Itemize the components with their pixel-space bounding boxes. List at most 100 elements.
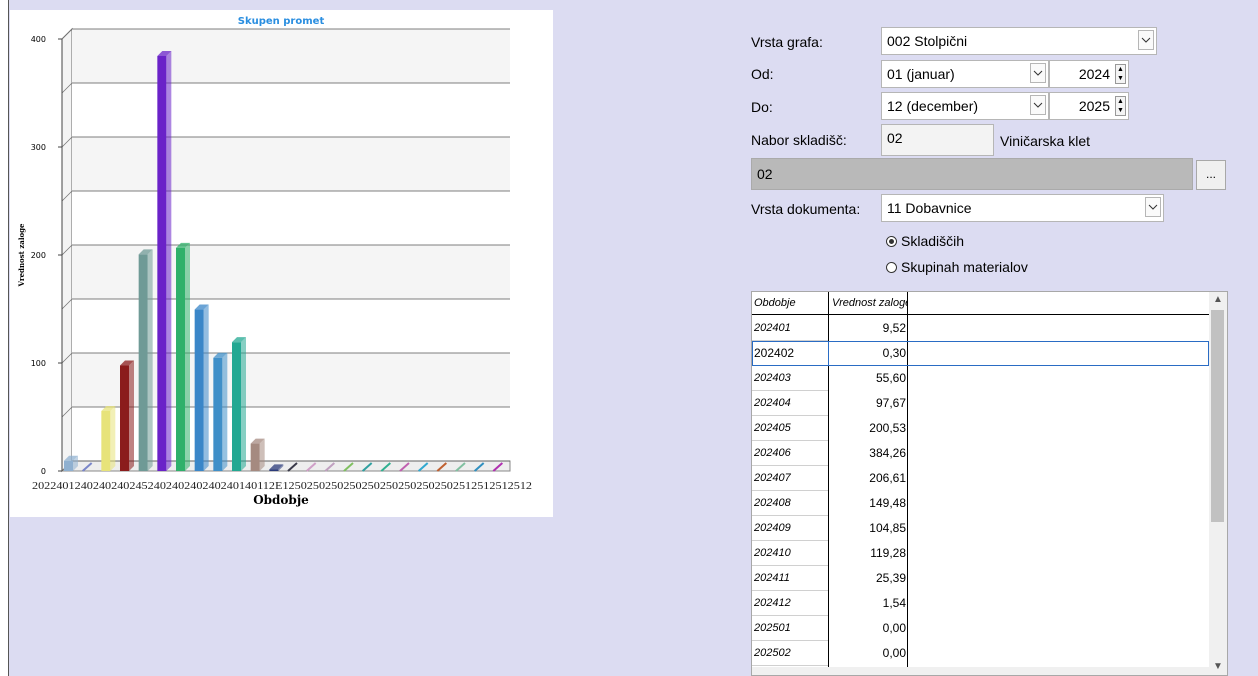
cell-period[interactable]: 202409	[754, 522, 791, 534]
table-row[interactable]: 202405 200,53	[752, 416, 1209, 441]
browse-button[interactable]: ...	[1196, 160, 1226, 190]
radio-unselected-icon[interactable]	[886, 261, 897, 273]
cell-value[interactable]: 104,85	[830, 521, 906, 535]
vertical-scrollbar[interactable]: ▲ ▼	[1209, 292, 1227, 675]
radio-skupinah-label: Skupinah materialov	[901, 259, 1028, 275]
document-type-select[interactable]: 11 Dobavnice	[881, 194, 1164, 222]
x-axis-label: Obdobje	[253, 493, 309, 507]
grid-band	[72, 29, 510, 83]
cell-value[interactable]: 384,26	[830, 446, 906, 460]
cell-value[interactable]: 97,67	[830, 396, 906, 410]
bar	[120, 365, 129, 471]
year-stepper[interactable]: ▲ ▼	[1115, 96, 1126, 116]
bar	[250, 443, 260, 471]
selected-cell-outline	[752, 341, 829, 366]
table-row[interactable]: 202411 25,39	[752, 566, 1209, 591]
chevron-down-icon[interactable]	[1030, 63, 1046, 83]
cell-value[interactable]: 0,00	[830, 646, 906, 660]
do-year-spinner[interactable]: 2025 ▲ ▼	[1049, 92, 1129, 120]
scroll-down-icon[interactable]: ▼	[1209, 659, 1227, 675]
cell-period[interactable]: 202410	[754, 547, 791, 559]
chart-type-select[interactable]: 002 Stolpični	[881, 27, 1157, 55]
grid-band	[72, 245, 510, 299]
chevron-down-icon[interactable]	[1138, 30, 1154, 50]
selected-warehouses-field[interactable]: 02	[751, 158, 1193, 190]
chart-type-value: 002 Stolpični	[887, 33, 968, 49]
scroll-up-icon[interactable]: ▲	[1209, 292, 1227, 308]
y-tick-label: 100	[31, 359, 46, 368]
do-month-value: 12 (december)	[887, 98, 979, 114]
chevron-down-icon[interactable]	[1145, 197, 1161, 217]
horizontal-scrollbar[interactable]	[752, 667, 1209, 675]
y-axis-label: Vrednost zaloge	[17, 223, 26, 288]
od-year-spinner[interactable]: 2024 ▲ ▼	[1049, 60, 1129, 88]
table-row[interactable]: 202406 384,26	[752, 441, 1209, 466]
table-row[interactable]: 202402 0,30	[752, 341, 1209, 366]
col-vrednost-header[interactable]: Vrednost zaloge	[832, 297, 907, 309]
table-row[interactable]: 202403 55,60	[752, 366, 1209, 391]
cell-period[interactable]: 202411	[754, 572, 790, 584]
cell-value[interactable]: 1,54	[830, 596, 906, 610]
nabor-code-field[interactable]: 02	[881, 124, 994, 156]
table-row[interactable]: 202401 9,52	[752, 316, 1209, 341]
grid-band	[72, 137, 510, 191]
y-tick-label: 300	[31, 143, 46, 152]
y-tick-label: 400	[31, 35, 46, 44]
bar-side	[259, 438, 265, 471]
table-row[interactable]: 202410 119,28	[752, 541, 1209, 566]
bar-side	[147, 249, 153, 471]
col-obdobje-header[interactable]: Obdobje	[754, 297, 796, 309]
bar-side	[166, 50, 172, 471]
radio-selected-icon[interactable]	[886, 235, 897, 247]
bar-side	[241, 337, 246, 471]
chevron-down-icon[interactable]	[1030, 95, 1046, 115]
x-tick-labels: 2022401240240240245240240240240240140112…	[32, 480, 532, 492]
do-month-select[interactable]: 12 (december)	[881, 92, 1049, 120]
cell-period[interactable]: 202405	[754, 422, 791, 434]
y-tick-label: 200	[31, 251, 46, 260]
cell-value[interactable]: 119,28	[830, 546, 906, 560]
cell-period[interactable]: 202406	[754, 447, 791, 459]
year-stepper[interactable]: ▲ ▼	[1115, 64, 1126, 84]
cell-value[interactable]: 206,61	[830, 471, 906, 485]
bar	[176, 247, 185, 471]
bar	[194, 309, 204, 471]
cell-value[interactable]: 149,48	[830, 496, 906, 510]
bar	[138, 254, 148, 471]
table-row[interactable]: 202408 149,48	[752, 491, 1209, 516]
do-year-value: 2025	[1078, 98, 1110, 114]
table-row[interactable]: 202409 104,85	[752, 516, 1209, 541]
nabor-label: Nabor skladišč:	[751, 132, 847, 148]
cell-value[interactable]: 9,52	[830, 321, 906, 335]
table-row[interactable]: 202407 206,61	[752, 466, 1209, 491]
table-row[interactable]: 202502 0,00	[752, 641, 1209, 666]
cell-period[interactable]: 202408	[754, 497, 791, 509]
table-row[interactable]: 202412 1,54	[752, 591, 1209, 616]
cell-value[interactable]: 0,00	[830, 621, 906, 635]
cell-period[interactable]: 202407	[754, 472, 791, 484]
cell-period[interactable]: 202502	[754, 647, 791, 659]
y-tick-label: 0	[41, 467, 46, 476]
cell-value[interactable]: 55,60	[830, 371, 906, 385]
data-grid[interactable]: Obdobje Vrednost zaloge 202401 9,52 202402…	[751, 291, 1228, 676]
table-row[interactable]: 202501 0,00	[752, 616, 1209, 641]
table-row[interactable]: 202404 97,67	[752, 391, 1209, 416]
document-type-value: 11 Dobavnice	[887, 200, 972, 216]
scroll-thumb[interactable]	[1211, 310, 1224, 522]
cell-period[interactable]: 202401	[754, 322, 791, 334]
bar	[232, 342, 241, 471]
od-month-select[interactable]: 01 (januar)	[881, 60, 1049, 88]
cell-value[interactable]: 25,39	[830, 571, 906, 585]
cell-period[interactable]: 202403	[754, 372, 791, 384]
chart-title: Skupen promet	[238, 16, 325, 27]
bar-chart: 0 100 200 300 400 Skupen promet 20224012402402…	[17, 16, 532, 507]
cell-period[interactable]: 202404	[754, 397, 791, 409]
radio-skupinah[interactable]: Skupinah materialov	[886, 259, 1028, 275]
radio-skladiscih[interactable]: Skladiščih	[886, 233, 964, 249]
cell-value[interactable]: 200,53	[830, 421, 906, 435]
vrsta-dokumenta-label: Vrsta dokumenta:	[751, 201, 861, 217]
radio-skladiscih-label: Skladiščih	[901, 233, 965, 249]
od-month-value: 01 (januar)	[887, 66, 955, 82]
cell-period[interactable]: 202501	[754, 622, 791, 634]
cell-period[interactable]: 202412	[754, 597, 791, 609]
